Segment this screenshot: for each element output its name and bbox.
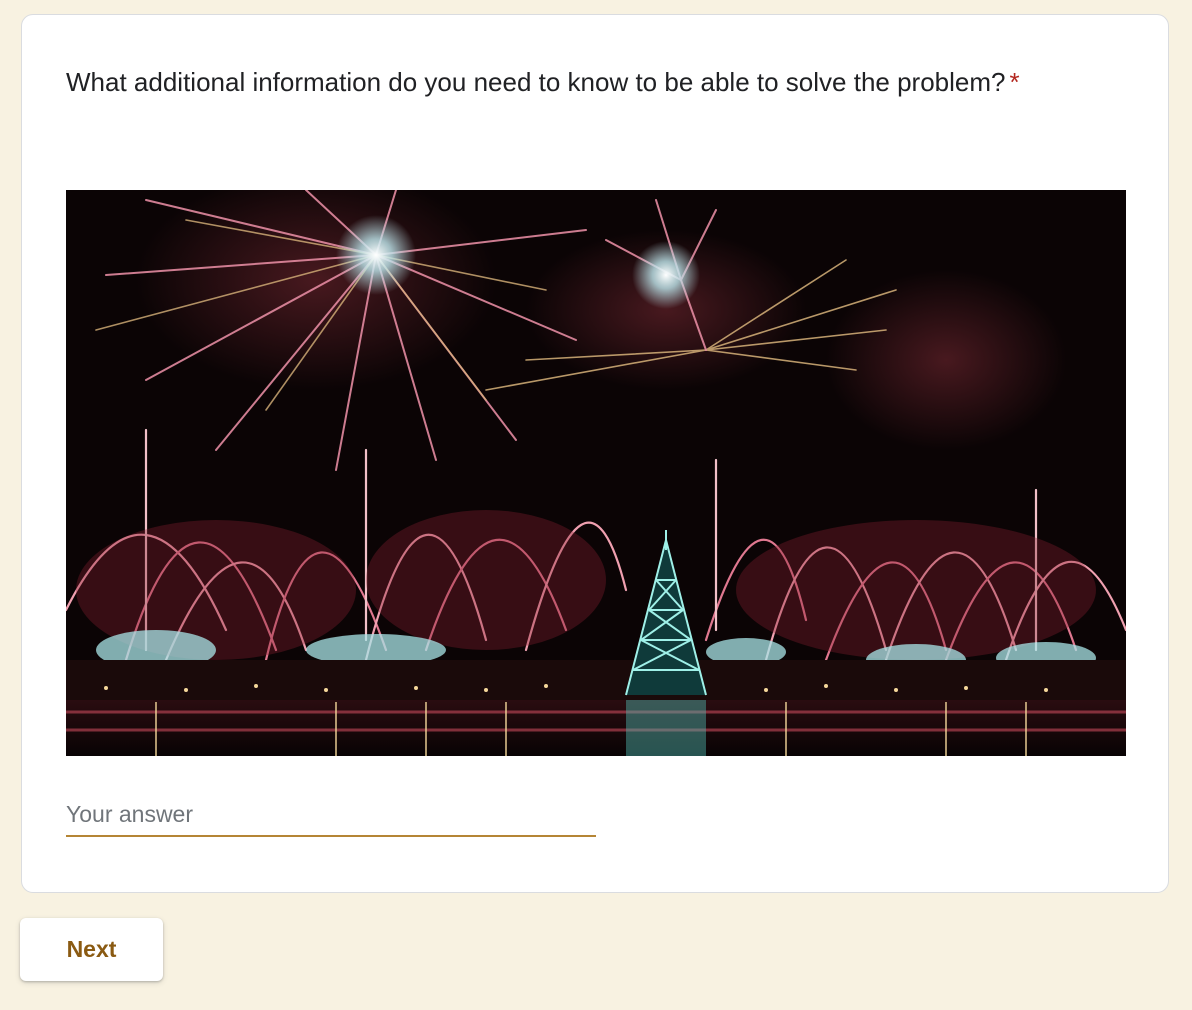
- question-text: What additional information do you need …: [66, 67, 1006, 97]
- question-title: What additional information do you need …: [66, 61, 1066, 104]
- next-button[interactable]: Next: [20, 918, 163, 981]
- answer-input[interactable]: [66, 793, 596, 837]
- question-card: What additional information do you need …: [21, 14, 1169, 893]
- required-asterisk: *: [1009, 67, 1020, 97]
- fireworks-image: [66, 190, 1126, 756]
